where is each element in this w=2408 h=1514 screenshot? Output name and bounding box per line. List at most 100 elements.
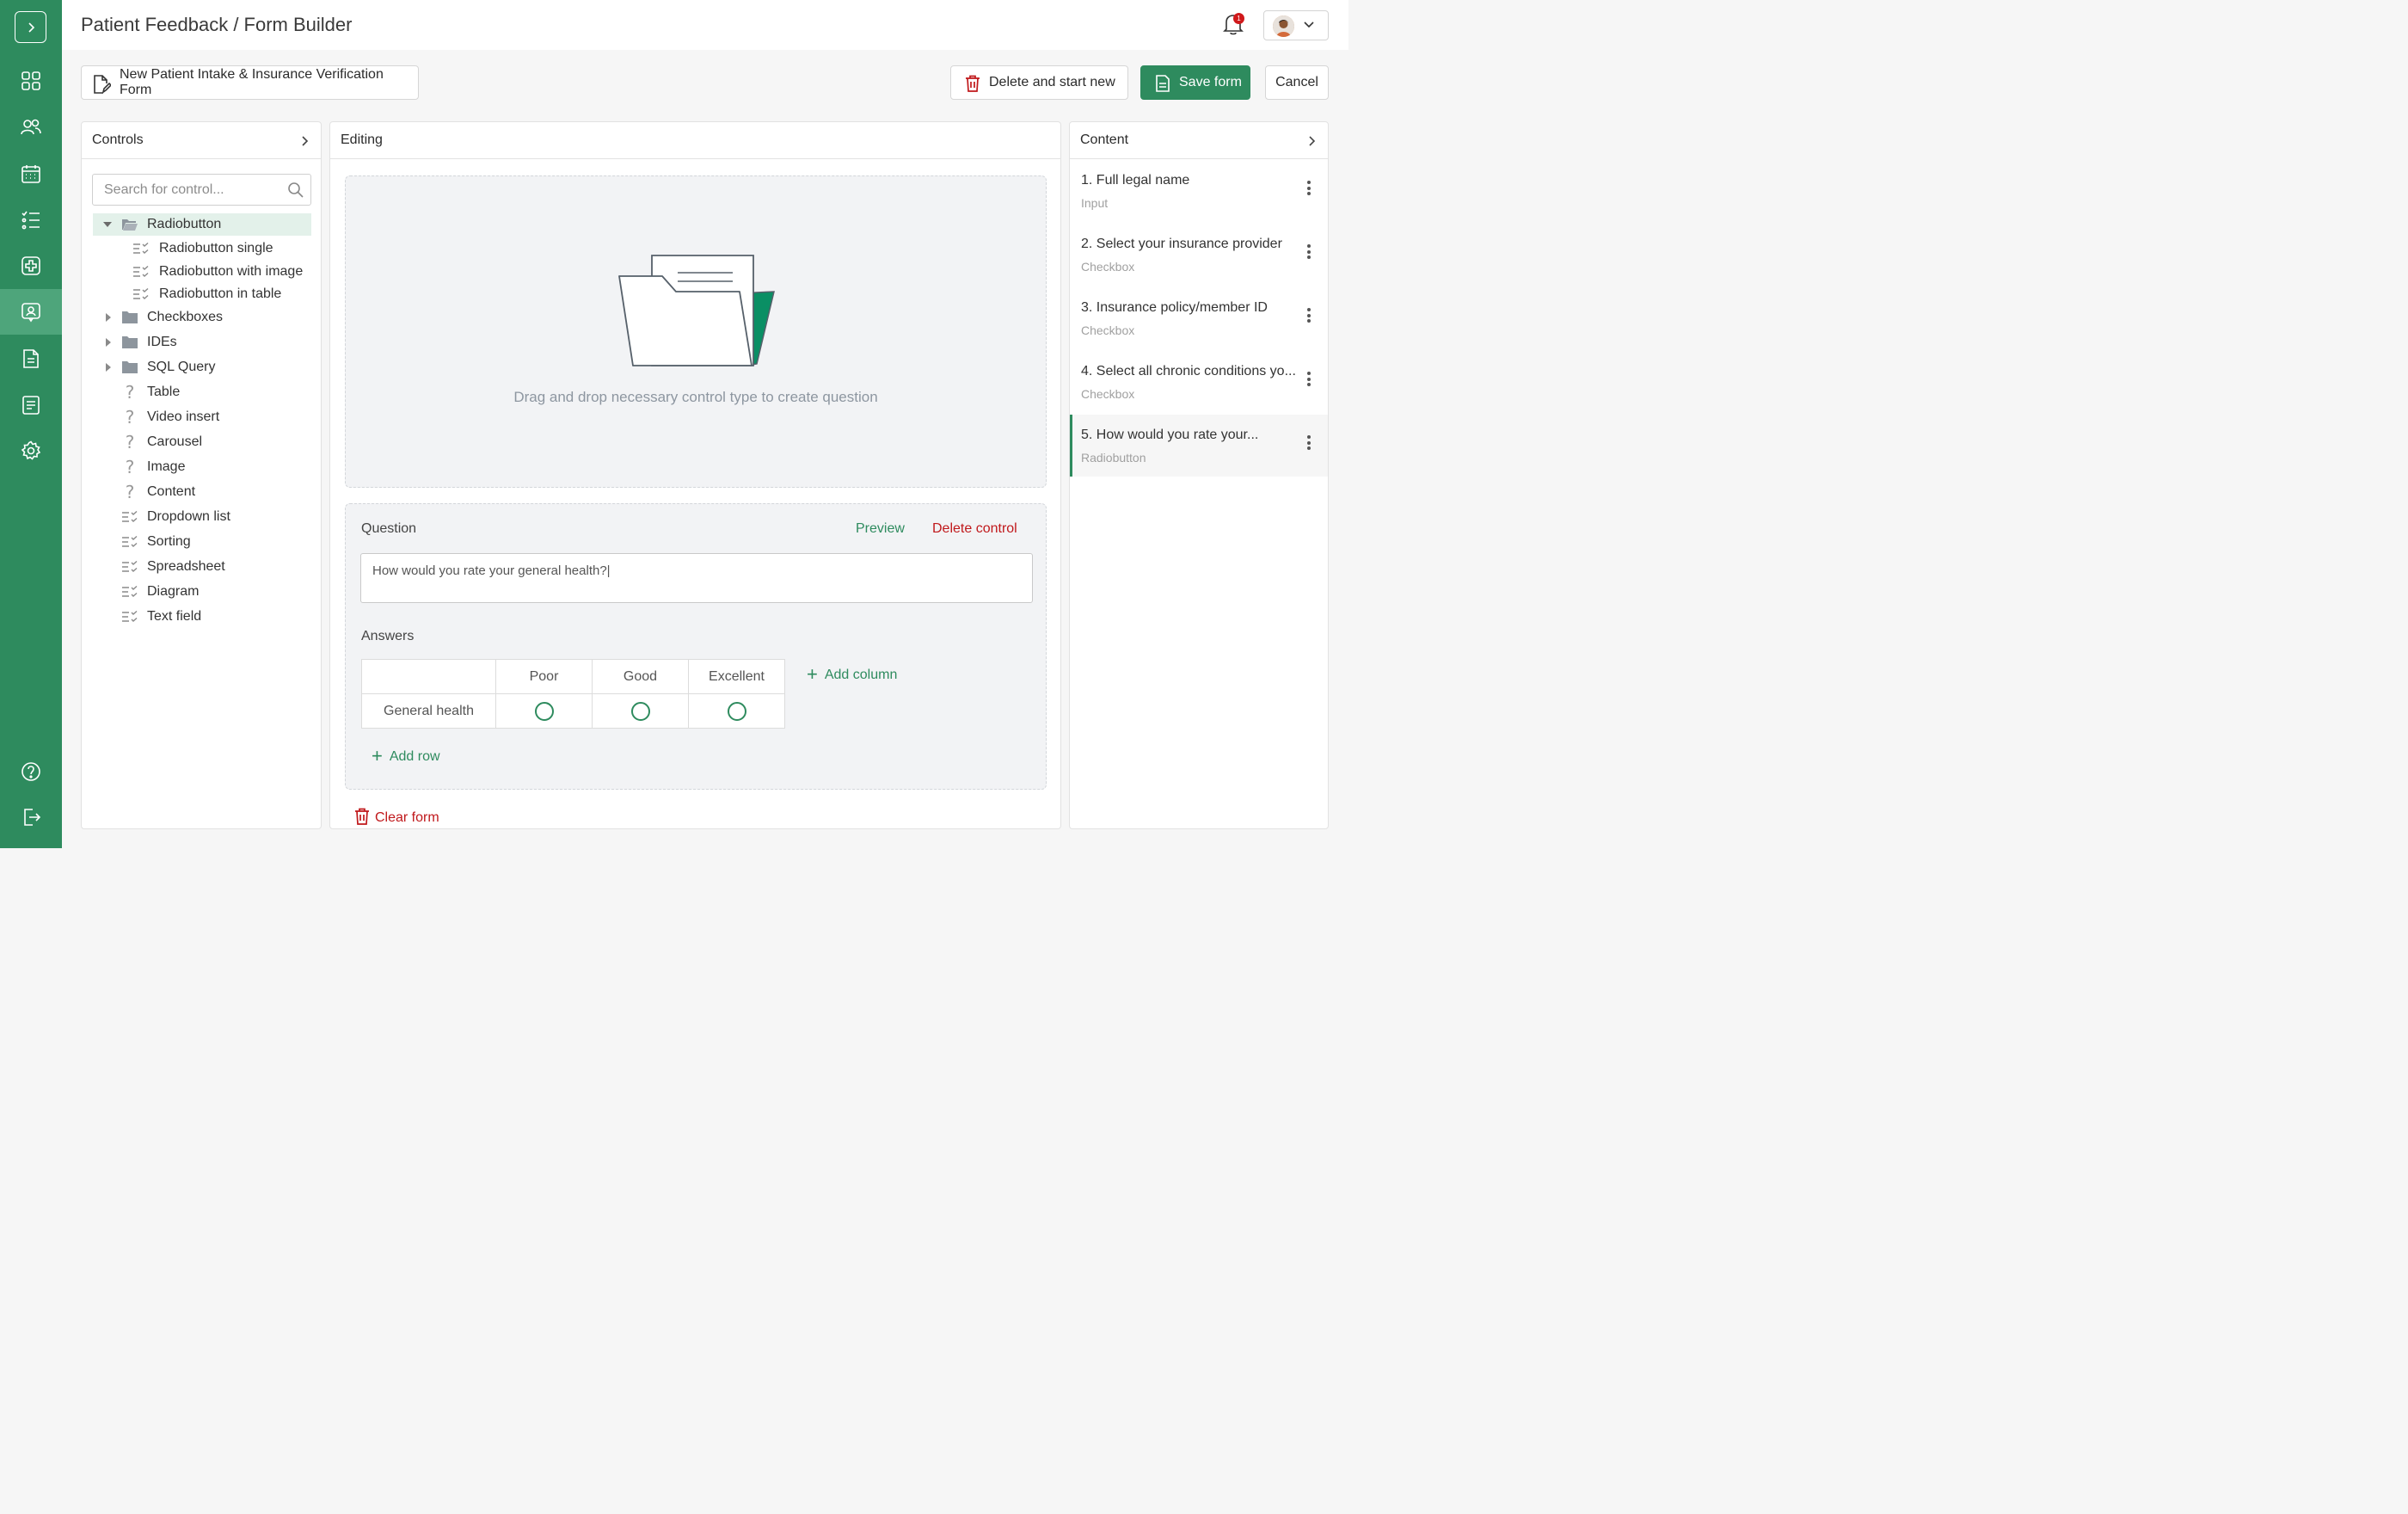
- more-options-icon[interactable]: [1307, 181, 1311, 198]
- control-search-input[interactable]: [93, 175, 273, 205]
- nav-help[interactable]: [0, 748, 62, 794]
- caret-right-icon[interactable]: [106, 313, 111, 322]
- radio-button[interactable]: [534, 701, 554, 721]
- tree-item-table[interactable]: ? Table: [93, 381, 311, 403]
- column-header[interactable]: Poor: [495, 659, 593, 694]
- empty-folder-illustration: [618, 255, 775, 366]
- column-header[interactable]: Good: [592, 659, 689, 694]
- delete-and-start-new-button[interactable]: Delete and start new: [950, 65, 1128, 100]
- answers-label: Answers: [361, 629, 415, 643]
- list-check-icon: [133, 288, 149, 299]
- tree-folder-checkboxes[interactable]: Checkboxes: [93, 306, 311, 329]
- chevron-right-icon[interactable]: [1308, 135, 1316, 147]
- app-sidebar: [0, 0, 62, 848]
- question-label: Question: [361, 521, 417, 536]
- content-item-type: Radiobutton: [1081, 451, 1146, 465]
- controls-panel-header: Controls: [82, 122, 321, 159]
- content-item-active[interactable]: 5. How would you rate your... Radiobutto…: [1070, 415, 1328, 477]
- edit-document-icon: [94, 75, 111, 94]
- more-options-icon[interactable]: [1307, 308, 1311, 325]
- nav-checklist[interactable]: [0, 197, 62, 243]
- radio-button[interactable]: [630, 701, 650, 721]
- list-check-icon: [122, 586, 138, 597]
- content-item[interactable]: 1. Full legal name Input: [1070, 160, 1328, 222]
- question-mark-icon: ?: [125, 407, 135, 428]
- more-options-icon[interactable]: [1307, 372, 1311, 389]
- tree-item-video-insert[interactable]: ? Video insert: [93, 406, 311, 428]
- preview-link[interactable]: Preview: [856, 521, 905, 537]
- calendar-icon: [22, 164, 40, 183]
- tree-item-content[interactable]: ? Content: [93, 481, 311, 503]
- tree-folder-ides[interactable]: IDEs: [93, 331, 311, 354]
- tree-item-dropdown-list[interactable]: Dropdown list: [93, 506, 311, 528]
- tree-item-radiobutton-single[interactable]: Radiobutton single: [93, 237, 311, 260]
- form-name-field[interactable]: New Patient Intake & Insurance Verificat…: [81, 65, 419, 100]
- tree-item-diagram[interactable]: Diagram: [93, 581, 311, 603]
- nav-reports[interactable]: [0, 382, 62, 428]
- tree-item-label: Radiobutton single: [159, 241, 273, 255]
- column-header[interactable]: Excellent: [688, 659, 785, 694]
- more-options-icon[interactable]: [1307, 244, 1311, 262]
- tree-item-text-field[interactable]: Text field: [93, 606, 311, 628]
- caret-down-icon[interactable]: [103, 222, 112, 227]
- search-icon[interactable]: [287, 182, 304, 199]
- editing-panel-header: Editing: [330, 122, 1060, 159]
- expand-sidebar-button[interactable]: [15, 11, 46, 43]
- tree-item-spreadsheet[interactable]: Spreadsheet: [93, 556, 311, 578]
- content-panel: Content 1. Full legal name Input 2. Sele…: [1069, 121, 1329, 829]
- content-item[interactable]: 2. Select your insurance provider Checkb…: [1070, 224, 1328, 286]
- top-header: Patient Feedback / Form Builder 1: [62, 0, 1348, 50]
- row-header[interactable]: General health: [361, 693, 496, 729]
- nav-patients[interactable]: [0, 104, 62, 150]
- question-input[interactable]: How would you rate your general health?|: [360, 553, 1033, 603]
- content-item-type: Input: [1081, 196, 1109, 210]
- tree-item-carousel[interactable]: ? Carousel: [93, 431, 311, 453]
- save-form-button[interactable]: Save form: [1140, 65, 1250, 100]
- tree-folder-radiobutton[interactable]: Radiobutton: [93, 213, 311, 236]
- caret-right-icon[interactable]: [106, 363, 111, 372]
- tree-item-image[interactable]: ? Image: [93, 456, 311, 478]
- tree-item-label: Carousel: [147, 434, 203, 449]
- tree-item-label: Table: [147, 385, 181, 399]
- controls-panel-title: Controls: [92, 132, 144, 147]
- control-search: [92, 174, 311, 206]
- more-options-icon[interactable]: [1307, 435, 1311, 452]
- tree-item-label: IDEs: [147, 335, 177, 349]
- content-item[interactable]: 3. Insurance policy/member ID Checkbox: [1070, 287, 1328, 349]
- content-item-type: Checkbox: [1081, 387, 1135, 401]
- chevron-right-icon[interactable]: [301, 135, 309, 147]
- tree-folder-sql-query[interactable]: SQL Query: [93, 356, 311, 378]
- tree-item-radiobutton-in-table[interactable]: Radiobutton in table: [93, 283, 311, 305]
- tree-item-label: Dropdown list: [147, 509, 230, 524]
- nav-feedback[interactable]: [0, 289, 62, 335]
- drop-zone[interactable]: Drag and drop necessary control type to …: [345, 175, 1047, 488]
- tree-item-label: Radiobutton in table: [159, 286, 282, 301]
- tree-item-radiobutton-with-image[interactable]: Radiobutton with image: [93, 261, 311, 283]
- delete-control-link[interactable]: Delete control: [932, 521, 1017, 537]
- nav-documents[interactable]: [0, 335, 62, 381]
- help-icon: [22, 761, 40, 781]
- content-item-title: 2. Select your insurance provider: [1081, 237, 1282, 251]
- nav-medical[interactable]: [0, 243, 62, 288]
- table-corner-cell: [361, 659, 496, 694]
- caret-right-icon[interactable]: [106, 338, 111, 347]
- add-column-button[interactable]: + Add column: [807, 663, 897, 686]
- content-item-title: 4. Select all chronic conditions yo...: [1081, 364, 1296, 378]
- cancel-button[interactable]: Cancel: [1265, 65, 1329, 100]
- nav-settings[interactable]: [0, 428, 62, 473]
- tree-item-sorting[interactable]: Sorting: [93, 531, 311, 553]
- editing-panel-title: Editing: [341, 132, 383, 147]
- clear-form-button[interactable]: Clear form: [354, 808, 439, 826]
- medical-cross-icon: [22, 255, 40, 275]
- nav-calendar[interactable]: [0, 151, 62, 196]
- list-check-icon: [133, 266, 149, 277]
- content-item[interactable]: 4. Select all chronic conditions yo... C…: [1070, 351, 1328, 413]
- controls-panel: Controls Radiobutton Radiobutton single …: [81, 121, 322, 829]
- patient-card-icon: [22, 302, 40, 322]
- nav-logout[interactable]: [0, 794, 62, 840]
- question-mark-icon: ?: [125, 457, 135, 477]
- user-menu[interactable]: [1263, 10, 1329, 40]
- add-row-button[interactable]: + Add row: [372, 745, 440, 767]
- radio-button[interactable]: [727, 701, 746, 721]
- nav-dashboard[interactable]: [0, 58, 62, 103]
